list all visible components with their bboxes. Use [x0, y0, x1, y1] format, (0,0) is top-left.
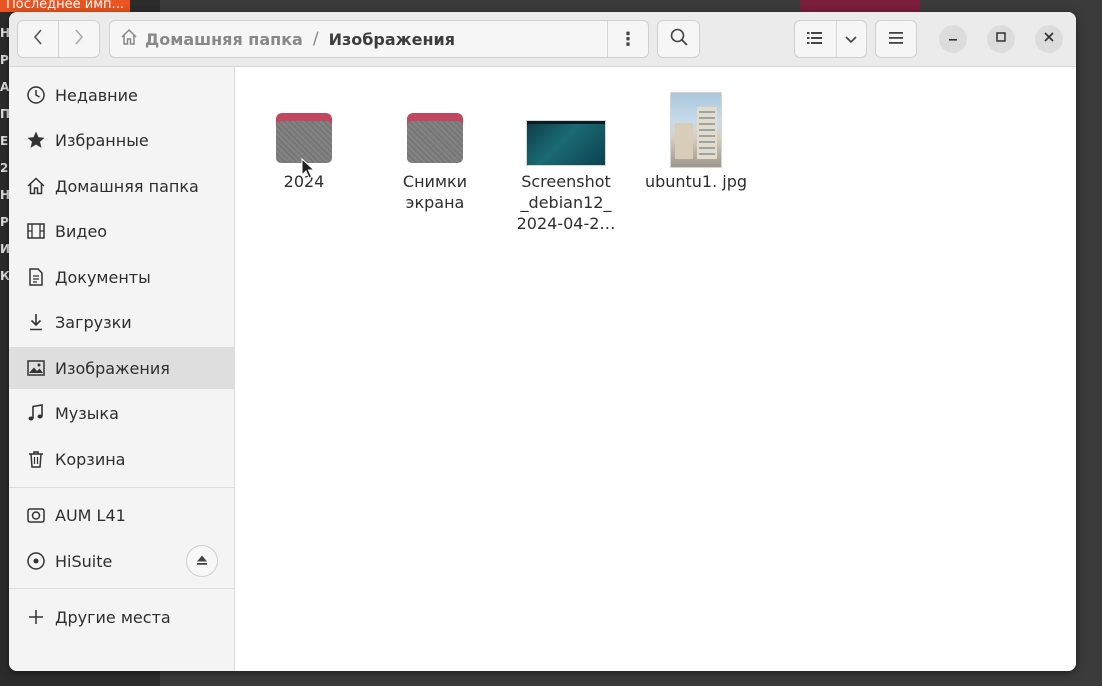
path-current-button[interactable]: Изображения — [329, 30, 455, 49]
view-toggle-group — [794, 20, 867, 58]
sidebar-item-label: Изображения — [55, 358, 170, 378]
sidebar-item-home[interactable]: Домашняя папка — [9, 165, 235, 207]
sidebar-item-trash[interactable]: Корзина — [9, 438, 235, 480]
plus-icon — [25, 606, 47, 628]
file-view: 2024 Снимки экрана Screenshot _debian12_… — [235, 67, 1076, 671]
view-options-dropdown[interactable] — [837, 21, 866, 57]
file-name: Снимки экрана — [402, 172, 468, 212]
list-icon — [807, 30, 823, 49]
sidebar-item-downloads[interactable]: Загрузки — [9, 301, 235, 343]
disc-icon — [25, 550, 47, 572]
sidebar-item-label: Видео — [55, 221, 108, 241]
sidebar-item-label: Недавние — [55, 85, 138, 105]
chevron-down-icon — [844, 30, 858, 49]
chevron-right-icon — [73, 28, 85, 51]
forward-button[interactable] — [58, 21, 99, 57]
path-home-button[interactable]: Домашняя папка — [110, 28, 303, 50]
minimize-button[interactable] — [939, 25, 967, 53]
folder-icon — [276, 113, 332, 163]
sidebar-item-label: Другие места — [55, 607, 171, 627]
document-icon — [25, 266, 47, 288]
star-icon — [25, 129, 47, 151]
more-vertical-icon: ⋮ — [619, 28, 637, 50]
main-menu-button[interactable] — [875, 20, 917, 58]
sidebar-item-documents[interactable]: Документы — [9, 256, 235, 298]
sidebar-item-label: Корзина — [55, 449, 126, 469]
camera-icon — [25, 504, 47, 526]
hamburger-icon — [888, 30, 904, 49]
search-icon — [669, 27, 689, 51]
back-button[interactable] — [18, 21, 58, 57]
sidebar-divider — [9, 588, 235, 589]
sidebar-item-label: Музыка — [55, 403, 119, 423]
path-menu-button[interactable]: ⋮ — [607, 21, 648, 57]
sidebar-item-label: HiSuite — [55, 551, 113, 571]
file-item-screenshot-debian[interactable]: Screenshot _debian12_ 2024-04-2… — [511, 75, 621, 234]
sidebar-divider — [9, 487, 235, 488]
home-icon — [120, 28, 145, 50]
sidebar: Недавние Избранные Домашняя папка Видео … — [9, 67, 235, 671]
file-manager-window: Домашняя папка / Изображения ⋮ Недавние … — [9, 12, 1076, 671]
maximize-button[interactable] — [987, 25, 1015, 53]
navigation-buttons — [17, 20, 100, 58]
background-wallpaper — [800, 0, 920, 12]
eject-button[interactable] — [186, 545, 218, 577]
download-icon — [25, 311, 47, 333]
sidebar-item-pictures[interactable]: Изображения — [9, 347, 235, 389]
sidebar-item-label: Домашняя папка — [55, 176, 199, 196]
search-button[interactable] — [657, 20, 700, 58]
path-home-label: Домашняя папка — [145, 29, 303, 49]
sidebar-item-recent[interactable]: Недавние — [9, 74, 235, 116]
screenshot-thumbnail — [527, 121, 605, 165]
sidebar-item-label: Избранные — [55, 130, 149, 150]
sidebar-item-hisuite[interactable]: HiSuite — [9, 540, 235, 582]
file-name: ubuntu1. jpg — [644, 172, 748, 191]
file-item-ubuntu1-jpg[interactable]: ubuntu1. jpg — [641, 75, 751, 192]
sidebar-item-label: AUM L41 — [55, 505, 126, 525]
chevron-left-icon — [32, 28, 44, 51]
music-icon — [25, 402, 47, 424]
minimize-icon — [947, 31, 959, 47]
sidebar-item-label: Загрузки — [55, 312, 132, 332]
folder-icon — [407, 113, 463, 163]
mouse-pointer-icon — [301, 157, 316, 184]
eject-icon — [196, 554, 208, 569]
list-view-button[interactable] — [795, 21, 837, 57]
video-icon — [25, 220, 47, 242]
sidebar-item-other-locations[interactable]: Другие места — [9, 596, 235, 638]
sidebar-item-videos[interactable]: Видео — [9, 210, 235, 252]
sidebar-item-music[interactable]: Музыка — [9, 392, 235, 434]
close-button[interactable] — [1035, 25, 1063, 53]
sidebar-item-label: Документы — [55, 267, 151, 287]
path-bar: Домашняя папка / Изображения ⋮ — [109, 20, 649, 58]
clock-icon — [25, 84, 47, 106]
path-separator: / — [312, 29, 319, 49]
background-tab: Последнее имп... — [0, 0, 130, 12]
file-item-folder-screenshots[interactable]: Снимки экрана — [380, 75, 490, 213]
trash-icon — [25, 448, 47, 470]
header-bar: Домашняя папка / Изображения ⋮ — [9, 12, 1076, 67]
sidebar-item-aum-l41[interactable]: AUM L41 — [9, 494, 235, 536]
file-name: Screenshot _debian12_ 2024-04-2… — [516, 172, 616, 233]
sidebar-item-starred[interactable]: Избранные — [9, 119, 235, 161]
image-thumbnail — [671, 93, 721, 167]
maximize-icon — [995, 31, 1007, 47]
image-icon — [25, 357, 47, 379]
home-icon — [25, 175, 47, 197]
close-icon — [1043, 31, 1055, 47]
